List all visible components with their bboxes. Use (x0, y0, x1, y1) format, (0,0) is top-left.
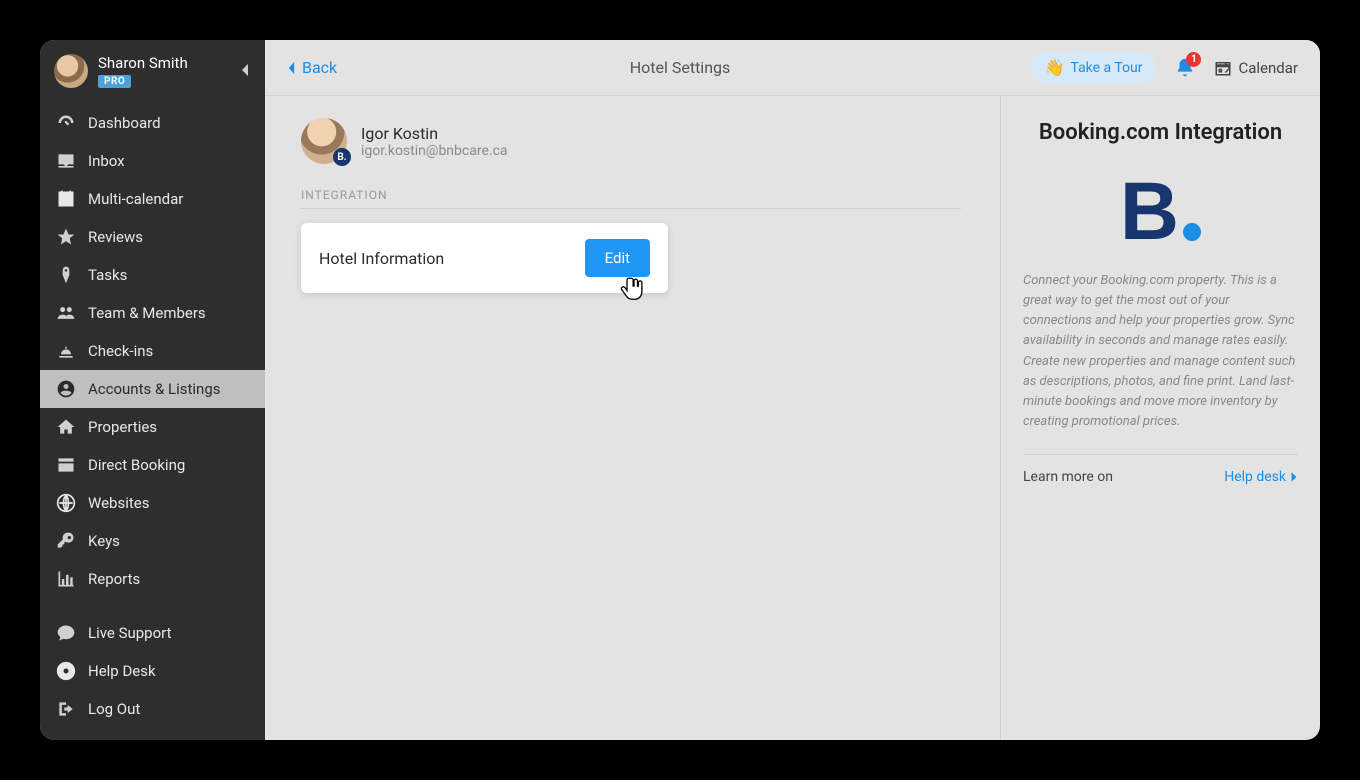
bell-desk-icon (56, 341, 76, 361)
notifications-button[interactable]: 1 (1174, 57, 1196, 79)
sidebar-item-reviews[interactable]: Reviews (40, 218, 265, 256)
sidebar-item-team-members[interactable]: Team & Members (40, 294, 265, 332)
sidebar-item-label: Reports (88, 570, 140, 588)
sidebar-item-help-desk[interactable]: Help Desk (40, 652, 265, 690)
booking-logo-dot-icon (1183, 223, 1201, 241)
learn-more-label: Learn more on (1023, 469, 1113, 485)
sidebar-item-label: Dashboard (88, 114, 161, 132)
sidebar-item-check-ins[interactable]: Check-ins (40, 332, 265, 370)
sidebar-item-direct-booking[interactable]: Direct Booking (40, 446, 265, 484)
sidebar-item-label: Multi-calendar (88, 190, 183, 208)
user-info: Igor Kostin igor.kostin@bnbcare.ca (361, 124, 508, 159)
sidebar-item-label: Accounts & Listings (88, 380, 221, 398)
tray-icon (56, 151, 76, 171)
tag-icon (56, 265, 76, 285)
globe-icon (56, 493, 76, 513)
sidebar-item-label: Properties (88, 418, 157, 436)
right-panel-description: Connect your Booking.com property. This … (1023, 271, 1298, 432)
booking-logo: B (1023, 163, 1298, 247)
content: B. Igor Kostin igor.kostin@bnbcare.ca IN… (265, 96, 1320, 740)
sidebar-item-label: Check-ins (88, 342, 153, 360)
main: Back Hotel Settings 👋 Take a Tour 1 Cale… (265, 40, 1320, 740)
avatar (54, 54, 88, 88)
gauge-icon (56, 113, 76, 133)
profile-block[interactable]: Sharon Smith PRO (40, 40, 265, 98)
sidebar-item-label: Direct Booking (88, 456, 185, 474)
sidebar-item-log-out[interactable]: Log Out (40, 690, 265, 728)
topbar: Back Hotel Settings 👋 Take a Tour 1 Cale… (265, 40, 1320, 96)
chat-icon (56, 623, 76, 643)
nav-footer: Live Support Help Desk Log Out (40, 608, 265, 728)
profile-badge: PRO (98, 75, 131, 88)
sidebar-item-reports[interactable]: Reports (40, 560, 265, 598)
section-label: INTEGRATION (301, 188, 961, 209)
sidebar-item-label: Help Desk (88, 662, 156, 680)
notification-badge: 1 (1186, 52, 1201, 67)
sidebar-item-properties[interactable]: Properties (40, 408, 265, 446)
sidebar: Sharon Smith PRO Dashboard Inbox Multi-cal… (40, 40, 265, 740)
calendar-button[interactable]: Calendar (1214, 59, 1298, 77)
topbar-right: 👋 Take a Tour 1 Calendar (1031, 52, 1298, 83)
right-panel: Booking.com Integration B Connect your B… (1000, 96, 1320, 740)
app-frame: Sharon Smith PRO Dashboard Inbox Multi-cal… (40, 40, 1320, 740)
logout-icon (56, 699, 76, 719)
sidebar-item-label: Keys (88, 532, 120, 550)
chart-icon (56, 569, 76, 589)
star-icon (56, 227, 76, 247)
sidebar-item-dashboard[interactable]: Dashboard (40, 104, 265, 142)
content-main: B. Igor Kostin igor.kostin@bnbcare.ca IN… (265, 96, 1000, 740)
sidebar-item-label: Tasks (88, 266, 127, 284)
circle-user-icon (56, 379, 76, 399)
user-name: Igor Kostin (361, 124, 508, 143)
sidebar-item-label: Websites (88, 494, 149, 512)
cursor-hand-icon (620, 273, 648, 301)
booking-badge-icon: B. (333, 148, 351, 166)
collapse-icon[interactable] (237, 62, 253, 78)
right-panel-footer: Learn more on Help desk (1023, 454, 1298, 485)
sidebar-item-inbox[interactable]: Inbox (40, 142, 265, 180)
nav-main: Dashboard Inbox Multi-calendar Reviews Tasks… (40, 98, 265, 598)
calendar-icon (56, 189, 76, 209)
sidebar-item-label: Inbox (88, 152, 125, 170)
user-email: igor.kostin@bnbcare.ca (361, 143, 508, 159)
back-button[interactable]: Back (287, 58, 337, 77)
take-tour-button[interactable]: 👋 Take a Tour (1031, 52, 1157, 83)
sidebar-item-keys[interactable]: Keys (40, 522, 265, 560)
users-icon (56, 303, 76, 323)
key-icon (56, 531, 76, 551)
edit-button[interactable]: Edit (585, 239, 650, 277)
help-desk-link[interactable]: Help desk (1224, 469, 1298, 485)
sidebar-item-multi-calendar[interactable]: Multi-calendar (40, 180, 265, 218)
sidebar-item-accounts-listings[interactable]: Accounts & Listings (40, 370, 265, 408)
sidebar-item-label: Reviews (88, 228, 143, 246)
wave-icon: 👋 (1045, 58, 1065, 77)
user-avatar: B. (301, 118, 347, 164)
sidebar-item-label: Team & Members (88, 304, 206, 322)
home-icon (56, 417, 76, 437)
user-block: B. Igor Kostin igor.kostin@bnbcare.ca (301, 118, 964, 164)
calendar-label: Calendar (1238, 59, 1298, 77)
hotel-info-card: Hotel Information Edit (301, 223, 668, 293)
right-panel-title: Booking.com Integration (1023, 120, 1298, 145)
tour-label: Take a Tour (1070, 60, 1142, 76)
help-desk-link-label: Help desk (1224, 469, 1286, 485)
back-label: Back (302, 58, 337, 77)
booking-logo-letter: B (1120, 177, 1179, 247)
sidebar-item-label: Log Out (88, 700, 140, 718)
lifebuoy-icon (56, 661, 76, 681)
sidebar-item-live-support[interactable]: Live Support (40, 614, 265, 652)
sidebar-item-label: Live Support (88, 624, 172, 642)
booking-icon (56, 455, 76, 475)
profile-info: Sharon Smith PRO (98, 54, 188, 88)
card-title: Hotel Information (319, 249, 444, 268)
profile-name: Sharon Smith (98, 54, 188, 72)
sidebar-item-tasks[interactable]: Tasks (40, 256, 265, 294)
page-title: Hotel Settings (630, 58, 731, 77)
sidebar-item-websites[interactable]: Websites (40, 484, 265, 522)
